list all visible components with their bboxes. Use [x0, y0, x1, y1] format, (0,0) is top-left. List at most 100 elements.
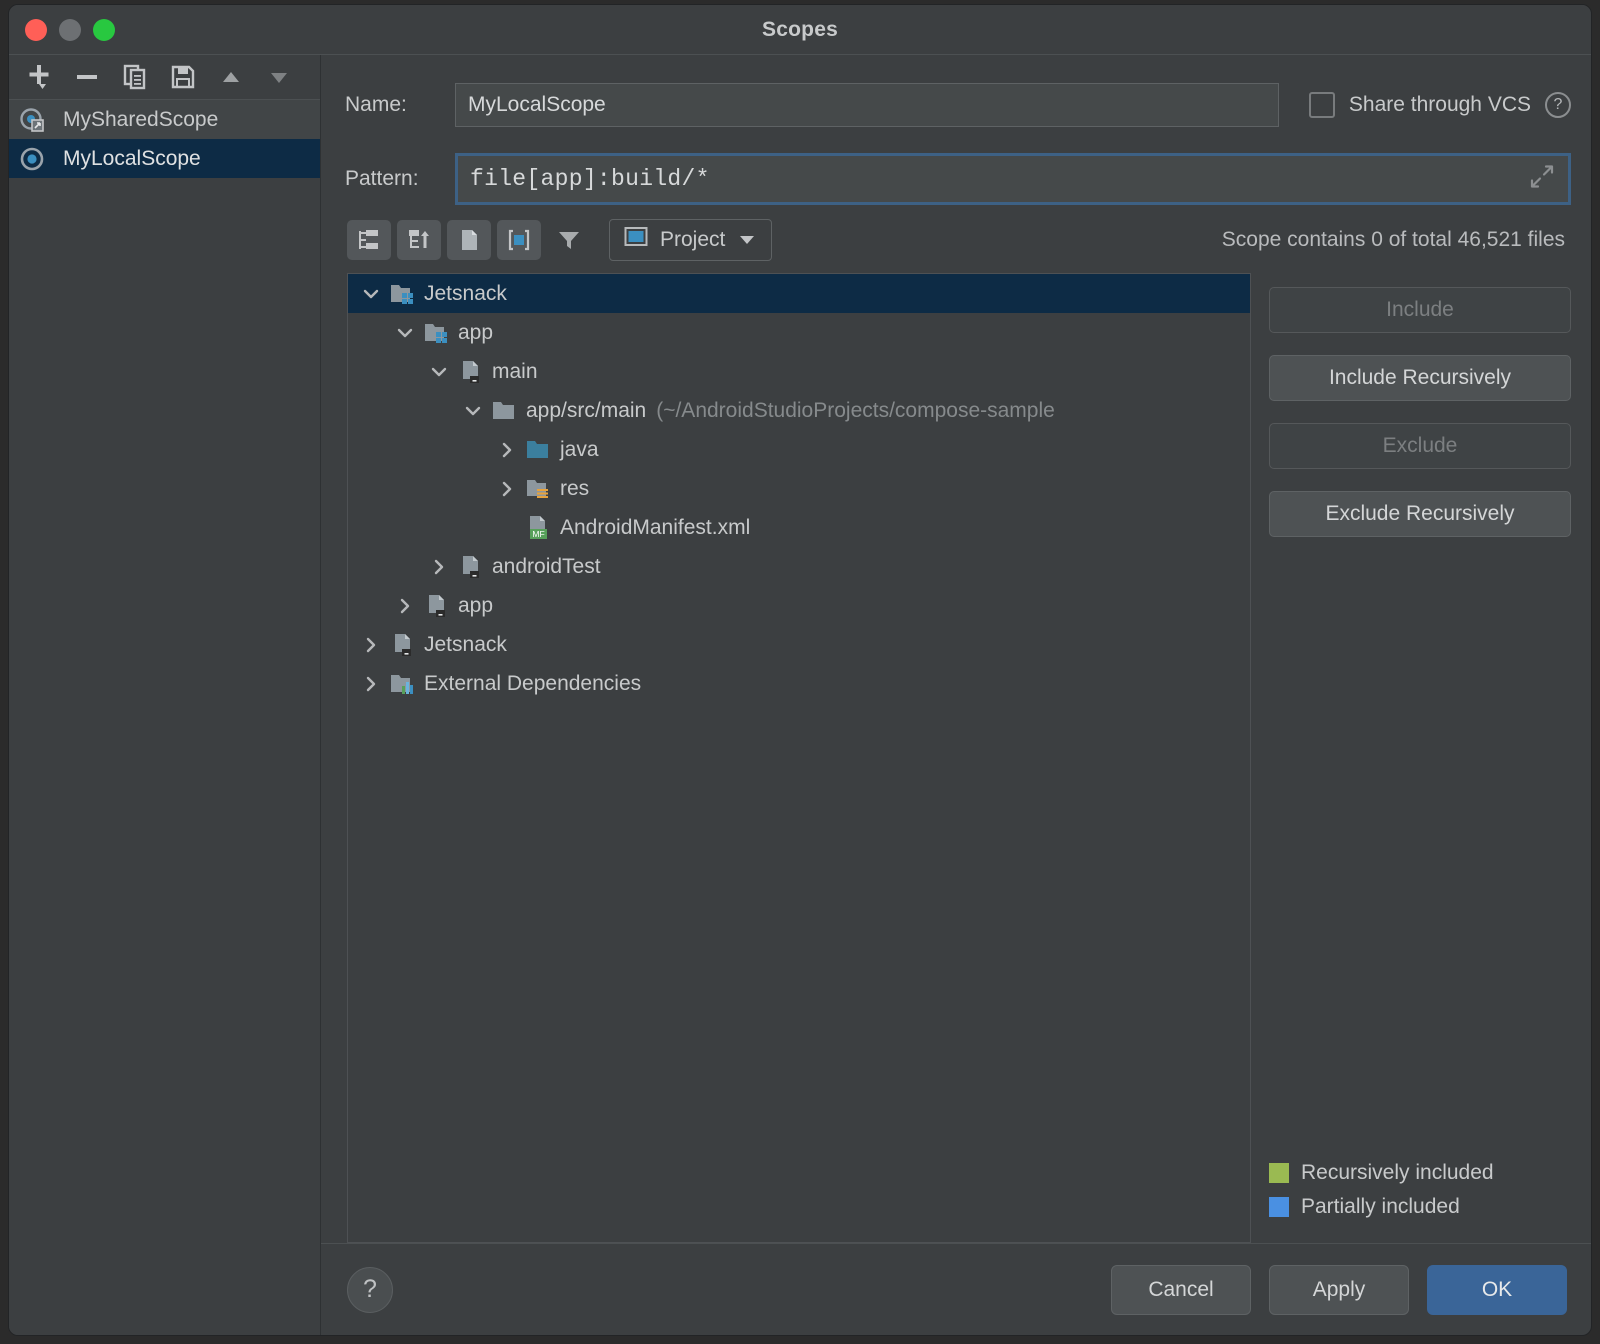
tree-row[interactable]: java	[348, 430, 1250, 469]
folder-res-icon	[524, 477, 554, 501]
folder-source-icon	[524, 438, 554, 462]
chevron-down-icon[interactable]	[388, 322, 422, 344]
legend-item-partial: Partially included	[1269, 1195, 1571, 1219]
source-set-icon	[388, 632, 418, 658]
tree-row[interactable]: External Dependencies	[348, 664, 1250, 703]
name-input[interactable]	[455, 83, 1279, 127]
close-button[interactable]	[25, 19, 47, 41]
exclude-button[interactable]: Exclude	[1269, 423, 1571, 469]
tree-row[interactable]: Jetsnack	[348, 274, 1250, 313]
libraries-icon	[388, 672, 418, 696]
funnel-icon[interactable]	[547, 220, 591, 260]
scope-type-selector[interactable]: Project	[609, 219, 772, 261]
legend-swatch-recursive	[1269, 1163, 1289, 1183]
compact-packages-icon[interactable]	[397, 220, 441, 260]
window-title: Scopes	[9, 18, 1591, 42]
chevron-right-icon[interactable]	[388, 595, 422, 617]
chevron-down-icon[interactable]	[456, 400, 490, 422]
move-up-button[interactable]	[209, 59, 253, 95]
tree-node-label: Jetsnack	[424, 633, 507, 657]
chevron-right-icon[interactable]	[422, 556, 456, 578]
scope-list-item-label: MySharedScope	[63, 108, 218, 132]
scope-status-text: Scope contains 0 of total 46,521 files	[1222, 228, 1571, 252]
share-vcs-checkbox[interactable]	[1309, 92, 1335, 118]
project-icon	[624, 226, 648, 254]
help-button[interactable]: ?	[347, 1267, 393, 1313]
include-recursively-button[interactable]: Include Recursively	[1269, 355, 1571, 401]
tree-row[interactable]: androidTest	[348, 547, 1250, 586]
scope-list-item-shared[interactable]: MySharedScope	[9, 100, 320, 139]
tree-node-label: Jetsnack	[424, 282, 507, 306]
chevron-down-icon[interactable]	[422, 361, 456, 383]
minimize-button[interactable]	[59, 19, 81, 41]
tree-toolbar: Project Scope contains 0 of total 46,521…	[321, 205, 1591, 273]
file-icon[interactable]	[447, 220, 491, 260]
move-down-button[interactable]	[257, 59, 301, 95]
scope-list-item-local[interactable]: MyLocalScope	[9, 139, 320, 178]
tree-node-label: java	[560, 438, 599, 462]
project-tree[interactable]: Jetsnack app main app/src/main (~/AndroidStu…	[347, 273, 1251, 1243]
local-scope-icon	[17, 146, 47, 172]
question-mark-icon[interactable]: ?	[1545, 92, 1571, 118]
chevron-right-icon[interactable]	[354, 634, 388, 656]
svg-text:MF: MF	[532, 529, 544, 539]
tree-row[interactable]: res	[348, 469, 1250, 508]
chevron-right-icon[interactable]	[490, 439, 524, 461]
tree-row[interactable]: MFAndroidManifest.xml	[348, 508, 1250, 547]
tree-node-label: main	[492, 360, 538, 384]
tree-node-label: app	[458, 321, 493, 345]
pattern-label: Pattern:	[345, 167, 455, 191]
tree-row[interactable]: app/src/main (~/AndroidStudioProjects/com…	[348, 391, 1250, 430]
scopes-sidebar: MySharedScope MyLocalScope	[9, 55, 321, 1335]
add-scope-button[interactable]	[17, 59, 61, 95]
flatten-packages-icon[interactable]	[347, 220, 391, 260]
tree-row[interactable]: main	[348, 352, 1250, 391]
tree-node-label: androidTest	[492, 555, 601, 579]
dialog-footer: ? Cancel Apply OK	[321, 1243, 1591, 1335]
cancel-button[interactable]: Cancel	[1111, 1265, 1251, 1315]
footer-buttons: Cancel Apply OK	[1111, 1265, 1567, 1315]
save-scope-button[interactable]	[161, 59, 205, 95]
chevron-right-icon[interactable]	[490, 478, 524, 500]
scope-list-item-label: MyLocalScope	[63, 147, 201, 171]
share-vcs-label: Share through VCS	[1349, 93, 1531, 117]
scopes-toolbar	[9, 55, 320, 100]
include-button[interactable]: Include	[1269, 287, 1571, 333]
tree-node-label: res	[560, 477, 589, 501]
ok-button[interactable]: OK	[1427, 1265, 1567, 1315]
tree-node-path: (~/AndroidStudioProjects/compose-sample	[656, 399, 1055, 423]
traffic-lights	[25, 19, 115, 41]
tree-row[interactable]: app	[348, 586, 1250, 625]
manifest-file-icon: MF	[524, 515, 554, 541]
shared-scope-icon	[17, 107, 47, 133]
exclude-recursively-button[interactable]: Exclude Recursively	[1269, 491, 1571, 537]
actions-column: Include Include Recursively Exclude Excl…	[1269, 273, 1571, 1243]
legend-item-recursive: Recursively included	[1269, 1161, 1571, 1185]
tree-node-label: app/src/main	[526, 399, 646, 423]
select-in-tree-icon[interactable]	[497, 220, 541, 260]
scope-list[interactable]: MySharedScope MyLocalScope	[9, 100, 320, 1335]
tree-node-label: External Dependencies	[424, 672, 641, 696]
folder-gray-icon	[490, 399, 520, 423]
legend-swatch-partial	[1269, 1197, 1289, 1217]
zoom-button[interactable]	[93, 19, 115, 41]
tree-legend: Recursively included Partially included	[1269, 1161, 1571, 1243]
chevron-down-icon[interactable]	[354, 283, 388, 305]
expand-diagonal-icon[interactable]	[1528, 163, 1556, 196]
title-bar: Scopes	[9, 5, 1591, 55]
pattern-input[interactable]	[458, 156, 1568, 202]
chevron-down-icon	[737, 228, 757, 252]
tree-row[interactable]: app	[348, 313, 1250, 352]
source-set-icon	[456, 554, 486, 580]
legend-label: Recursively included	[1301, 1161, 1494, 1185]
pattern-field-wrapper[interactable]	[455, 153, 1571, 205]
copy-scope-button[interactable]	[113, 59, 157, 95]
tree-row[interactable]: Jetsnack	[348, 625, 1250, 664]
name-row: Name: Share through VCS ?	[321, 83, 1591, 127]
remove-scope-button[interactable]	[65, 59, 109, 95]
apply-button[interactable]: Apply	[1269, 1265, 1409, 1315]
tree-node-label: app	[458, 594, 493, 618]
chevron-right-icon[interactable]	[354, 673, 388, 695]
pattern-row: Pattern:	[321, 153, 1591, 205]
legend-label: Partially included	[1301, 1195, 1460, 1219]
